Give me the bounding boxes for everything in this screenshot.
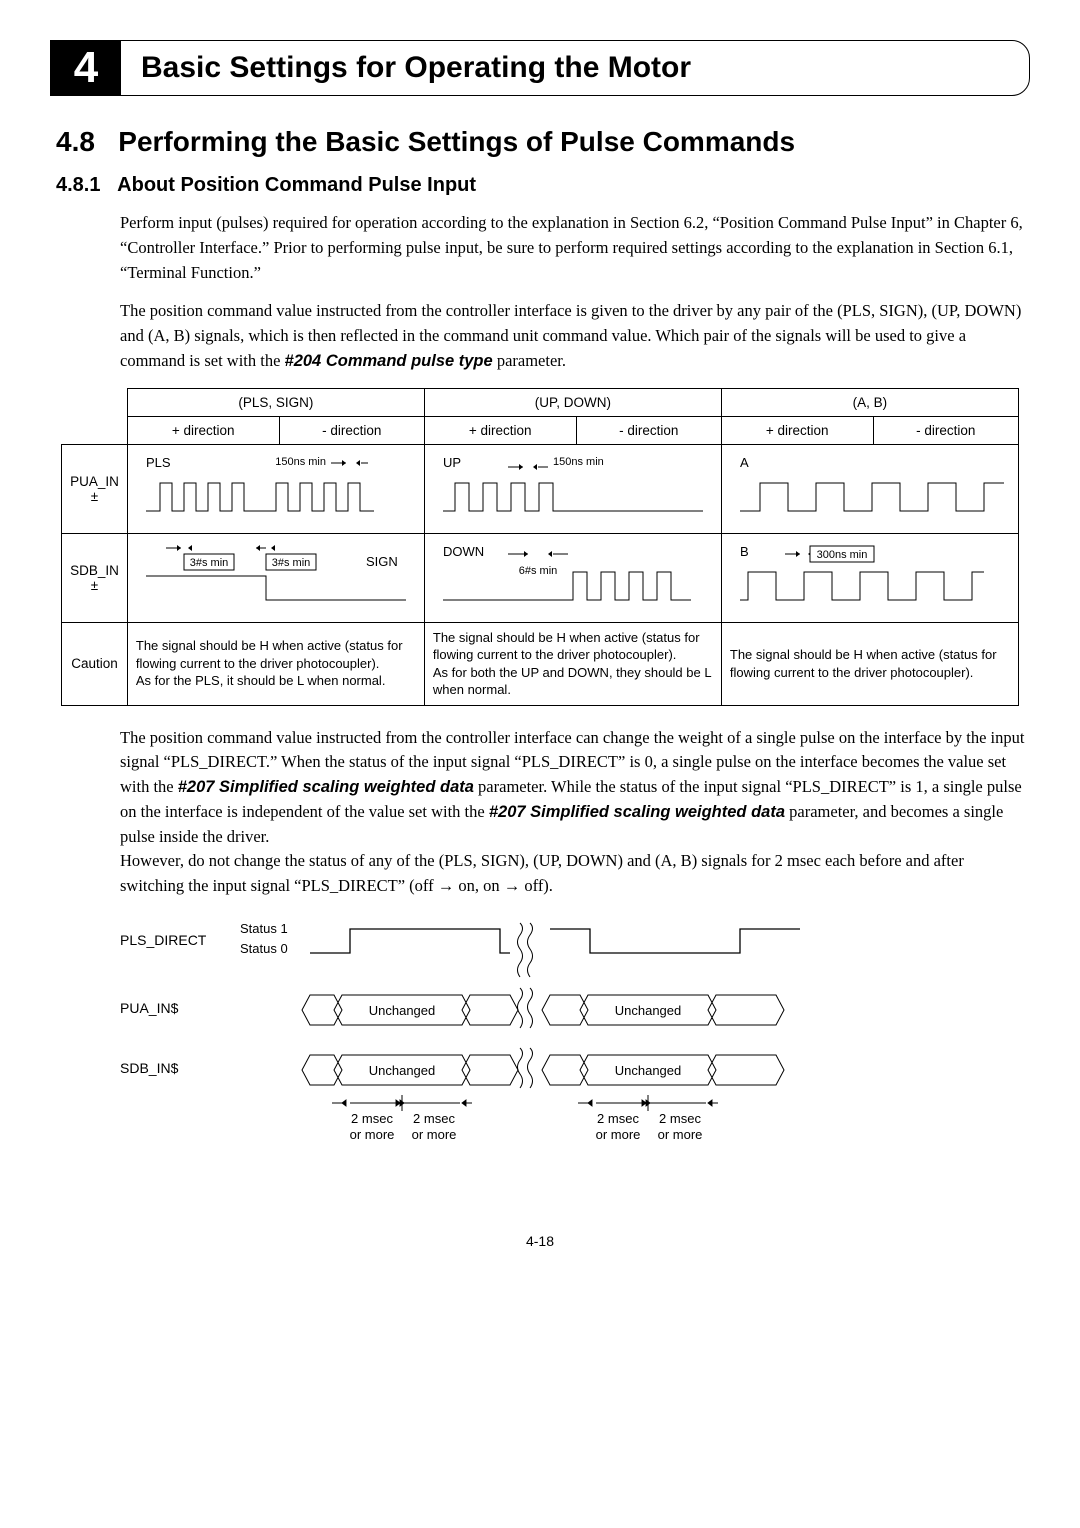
label-status0: Status 0 bbox=[240, 941, 288, 956]
or-more-r2: or more bbox=[658, 1127, 703, 1142]
col-header-ab: (A, B) bbox=[721, 388, 1018, 416]
label-sdb-ins: SDB_IN$ bbox=[120, 1060, 179, 1076]
caution-updown: The signal should be H when active (stat… bbox=[424, 622, 721, 705]
page-number: 4-18 bbox=[50, 1233, 1030, 1249]
chapter-number: 4 bbox=[51, 41, 121, 95]
param-204: #204 Command pulse type bbox=[285, 352, 493, 370]
unchanged-1: Unchanged bbox=[369, 1003, 436, 1018]
col-header-pls-sign: (PLS, SIGN) bbox=[127, 388, 424, 416]
minus-dir-1: - direction bbox=[279, 416, 424, 444]
col-header-up-down: (UP, DOWN) bbox=[424, 388, 721, 416]
a-wave-cell: A bbox=[721, 444, 1018, 533]
or-more-l1: or more bbox=[350, 1127, 395, 1142]
minus-dir-2: - direction bbox=[576, 416, 721, 444]
caution-pls: The signal should be H when active (stat… bbox=[127, 622, 424, 705]
t3s-label-1: 3#s min bbox=[190, 557, 229, 569]
down-waveform: DOWN 6#s min bbox=[433, 540, 713, 616]
b-label: B bbox=[740, 544, 749, 559]
sign-wave-cell: 3#s min 3#s min SIGN bbox=[127, 533, 424, 622]
a-waveform: A bbox=[730, 451, 1010, 527]
two-msec-l1: 2 msec bbox=[351, 1111, 393, 1126]
caution-ab: The signal should be H when active (stat… bbox=[721, 622, 1018, 705]
t300-label: 300ns min bbox=[817, 549, 868, 561]
pls-wave-cell: PLS 150ns min bbox=[127, 444, 424, 533]
plus-dir-3: + direction bbox=[721, 416, 873, 444]
down-wave-cell: DOWN 6#s min bbox=[424, 533, 721, 622]
or-more-l2: or more bbox=[412, 1127, 457, 1142]
label-status1: Status 1 bbox=[240, 921, 288, 936]
chapter-title: Basic Settings for Operating the Motor bbox=[121, 41, 711, 95]
p2-text-b: parameter. bbox=[493, 351, 566, 370]
pls-waveform: PLS 150ns min bbox=[136, 451, 416, 527]
param-207-2: #207 Simplified scaling weighted data bbox=[489, 803, 785, 821]
up-label: UP bbox=[443, 455, 461, 470]
label-pls-direct: PLS_DIRECT bbox=[120, 932, 207, 948]
p3-d: However, do not change the status of any… bbox=[120, 851, 964, 895]
pls-label: PLS bbox=[146, 455, 171, 470]
chapter-header: 4 Basic Settings for Operating the Motor bbox=[50, 40, 1030, 96]
two-msec-r2: 2 msec bbox=[659, 1111, 701, 1126]
section-text: Performing the Basic Settings of Pulse C… bbox=[118, 126, 795, 157]
t150-label-2: 150ns min bbox=[553, 456, 604, 468]
timing-diagram: PLS_DIRECT Status 1 Status 0 PUA_IN$ Unc… bbox=[120, 913, 940, 1193]
p2-text-a: The position command value instructed fr… bbox=[120, 301, 1021, 370]
row-caution: Caution bbox=[62, 622, 128, 705]
unchanged-2: Unchanged bbox=[615, 1003, 682, 1018]
paragraph-1: Perform input (pulses) required for oper… bbox=[120, 211, 1030, 285]
unchanged-4: Unchanged bbox=[615, 1063, 682, 1078]
param-207-1: #207 Simplified scaling weighted data bbox=[178, 778, 474, 796]
paragraph-3: The position command value instructed fr… bbox=[120, 726, 1030, 899]
or-more-r1: or more bbox=[596, 1127, 641, 1142]
two-msec-r1: 2 msec bbox=[597, 1111, 639, 1126]
section-num: 4.8 bbox=[56, 126, 95, 157]
unchanged-3: Unchanged bbox=[369, 1063, 436, 1078]
sign-waveform: 3#s min 3#s min SIGN bbox=[136, 540, 416, 616]
subsection-title: 4.8.1 About Position Command Pulse Input bbox=[56, 174, 1030, 197]
plus-dir-1: + direction bbox=[127, 416, 279, 444]
plus-dir-2: + direction bbox=[424, 416, 576, 444]
subsection-text: About Position Command Pulse Input bbox=[117, 174, 476, 196]
sign-label: SIGN bbox=[366, 554, 398, 569]
section-title: 4.8 Performing the Basic Settings of Pul… bbox=[56, 126, 1030, 158]
row-sdb-in: SDB_IN ± bbox=[62, 533, 128, 622]
t6s-label: 6#s min bbox=[519, 565, 558, 577]
t150-label: 150ns min bbox=[275, 456, 326, 468]
t3s-label-2: 3#s min bbox=[272, 557, 311, 569]
up-waveform: UP 150ns min bbox=[433, 451, 713, 527]
signal-table: (PLS, SIGN) (UP, DOWN) (A, B) + directio… bbox=[61, 388, 1019, 706]
minus-dir-3: - direction bbox=[873, 416, 1018, 444]
b-wave-cell: B 300ns min bbox=[721, 533, 1018, 622]
up-wave-cell: UP 150ns min bbox=[424, 444, 721, 533]
label-pua-ins: PUA_IN$ bbox=[120, 1000, 179, 1016]
subsection-num: 4.8.1 bbox=[56, 174, 100, 196]
paragraph-2: The position command value instructed fr… bbox=[120, 299, 1030, 373]
two-msec-l2: 2 msec bbox=[413, 1111, 455, 1126]
down-label: DOWN bbox=[443, 544, 484, 559]
b-waveform: B 300ns min bbox=[730, 540, 1010, 616]
row-pua-in: PUA_IN ± bbox=[62, 444, 128, 533]
a-label: A bbox=[740, 455, 749, 470]
